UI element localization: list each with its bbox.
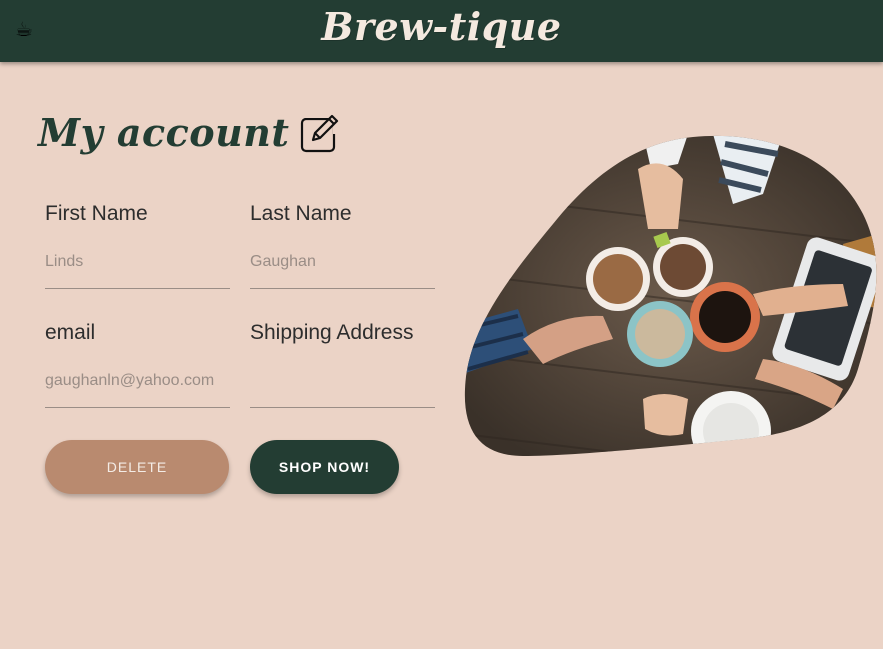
last-name-label: Last Name — [250, 202, 352, 225]
shipping-address-input[interactable] — [250, 372, 435, 408]
shipping-address-label: Shipping Address — [250, 321, 414, 344]
last-name-input[interactable]: Gaughan — [250, 253, 435, 289]
first-name-input[interactable]: Linds — [45, 253, 230, 289]
pencil-edit-icon[interactable] — [299, 111, 343, 153]
page-title-row: My account — [38, 104, 343, 160]
email-field: email gaughanln@yahoo.com — [45, 321, 230, 408]
delete-button[interactable]: DELETE — [45, 440, 229, 494]
top-bar: ☕ Brew-tique — [0, 0, 883, 62]
email-input[interactable]: gaughanln@yahoo.com — [45, 372, 230, 408]
last-name-field: Last Name Gaughan — [250, 202, 435, 289]
shipping-address-field: Shipping Address — [250, 321, 435, 408]
page-title: My account — [38, 109, 290, 155]
coffee-cups-photo — [464, 135, 877, 456]
brand-logo[interactable]: Brew-tique — [0, 4, 883, 49]
shop-now-button[interactable]: SHOP NOW! — [250, 440, 399, 494]
first-name-field: First Name Linds — [45, 202, 230, 289]
email-label: email — [45, 321, 96, 344]
first-name-label: First Name — [45, 202, 148, 225]
